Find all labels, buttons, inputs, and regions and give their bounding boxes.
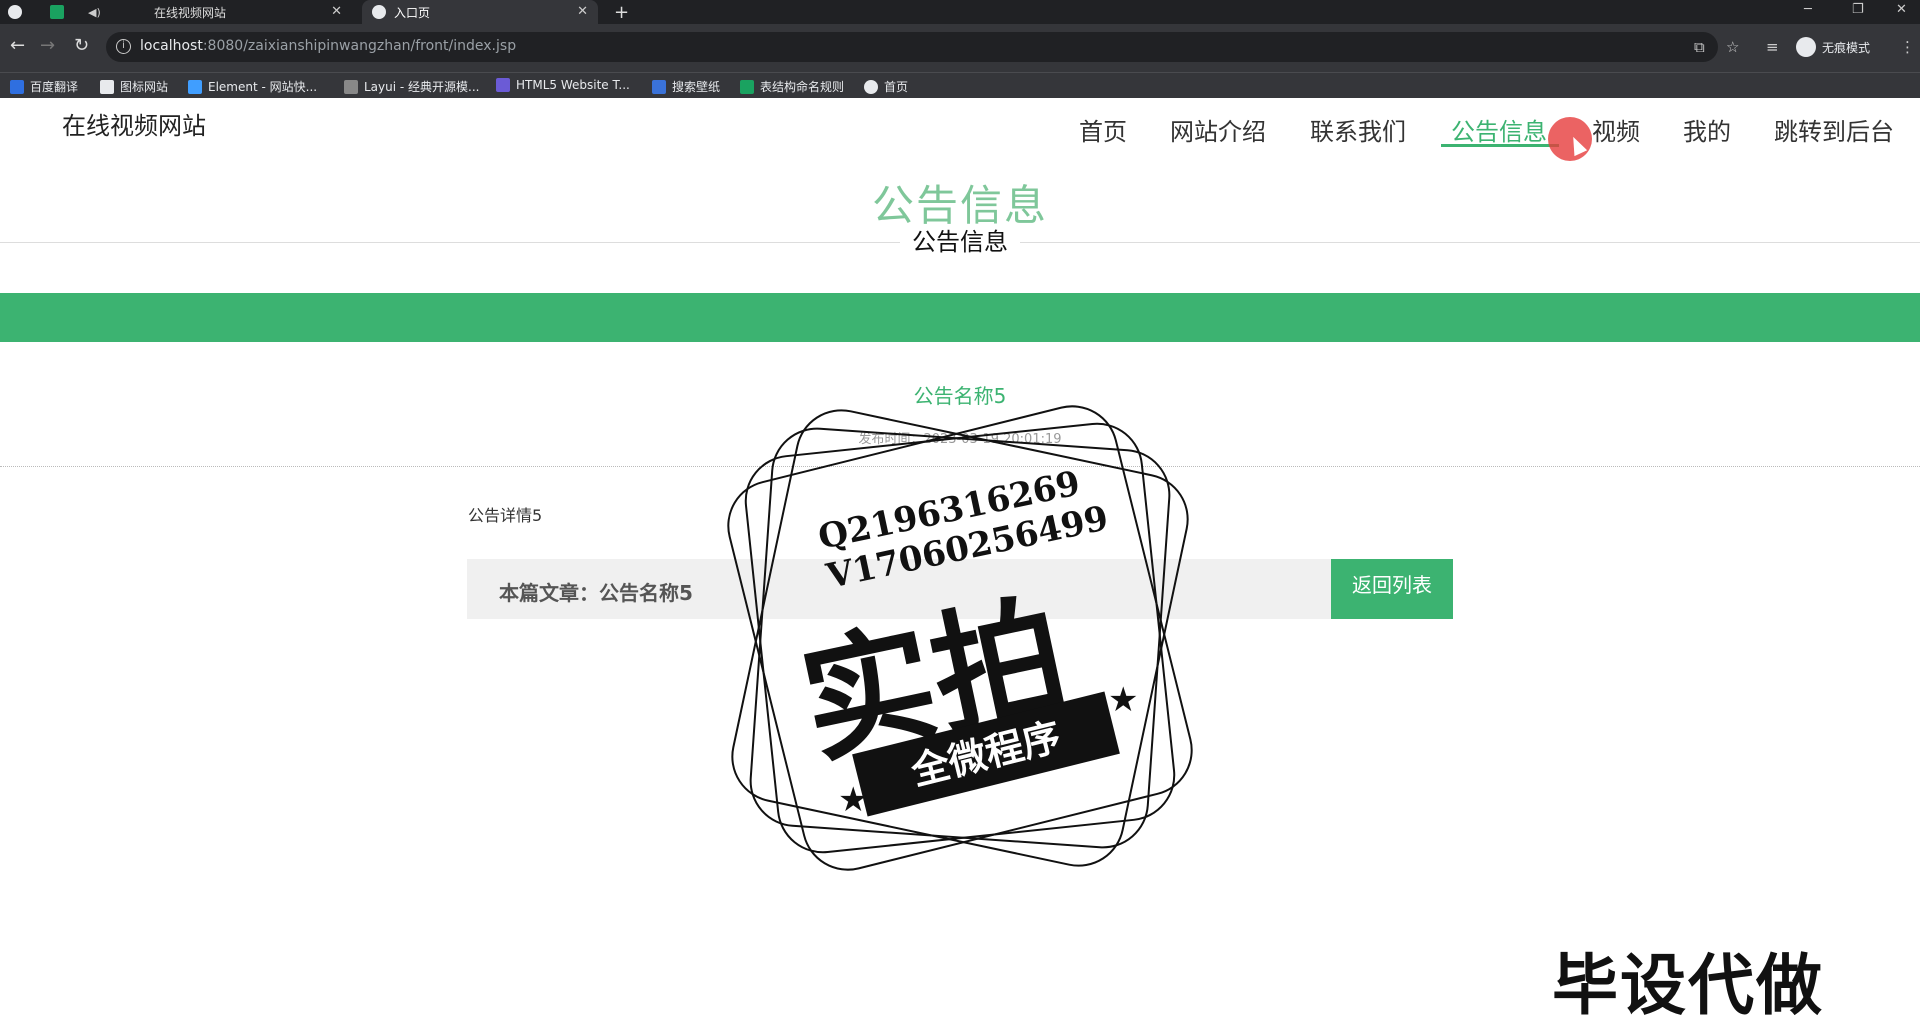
pinned-tab[interactable]: [50, 0, 72, 24]
tab-entry-page[interactable]: 入口页 ✕: [362, 0, 598, 24]
nav-contact[interactable]: 联系我们: [1310, 112, 1406, 147]
translate-icon[interactable]: ⧉: [1694, 38, 1705, 56]
chrome-menu-icon[interactable]: [8, 0, 34, 24]
sheet-icon: [740, 79, 754, 94]
translate-bookmark-icon: [10, 79, 24, 94]
tab-video-site[interactable]: 在线视频网站 ✕: [140, 0, 352, 24]
nav-mine[interactable]: 我的: [1683, 112, 1731, 147]
new-tab-button[interactable]: +: [614, 0, 634, 24]
watermark-stamp: Q2196316269 V17060256499 实拍 全微程序 ★ ★: [700, 378, 1220, 898]
restore-icon[interactable]: ❐: [1852, 2, 1864, 17]
speaker-icon: ◀): [88, 5, 101, 19]
element-icon: [188, 79, 202, 94]
banner-strip: [0, 293, 1920, 342]
incognito-profile[interactable]: 无痕模式: [1796, 36, 1870, 58]
minimize-icon[interactable]: ─: [1804, 2, 1812, 17]
bookmark-item[interactable]: 表结构命名规则: [740, 78, 844, 95]
site-logo[interactable]: 在线视频网站: [62, 106, 206, 141]
html5-icon: [496, 78, 510, 92]
sheet-icon: [50, 5, 64, 19]
close-tab-icon[interactable]: ✕: [331, 4, 342, 19]
close-tab-icon[interactable]: ✕: [577, 4, 588, 19]
web-page: 在线视频网站 首页 网站介绍 联系我们 公告信息 视频 我的 跳转到后台 公告信…: [0, 98, 1920, 1024]
article-content: 公告详情5: [468, 506, 543, 525]
nav-home[interactable]: 首页: [1079, 112, 1127, 147]
reading-list-icon[interactable]: ≡: [1766, 38, 1779, 56]
section-subtitle: 公告信息: [0, 222, 1920, 257]
bookmark-star-icon[interactable]: ☆: [1726, 38, 1739, 56]
nav-announcements[interactable]: 公告信息: [1451, 112, 1547, 147]
close-window-icon[interactable]: ✕: [1896, 2, 1907, 17]
bookmark-item[interactable]: Layui - 经典开源模...: [344, 78, 479, 95]
bookmark-item[interactable]: 百度翻译: [10, 78, 78, 95]
back-to-list-button[interactable]: 返回列表: [1331, 559, 1453, 619]
nav-videos[interactable]: 视频: [1592, 112, 1640, 147]
bookmark-item[interactable]: 图标网站: [100, 78, 168, 95]
address-bar[interactable]: i localhost:8080/zaixianshipinwangzhan/f…: [106, 32, 1718, 62]
globe-icon: [864, 79, 878, 94]
browser-tab-strip: ◀) 在线视频网站 ✕ 入口页 ✕ + ─ ❐ ✕: [0, 0, 1920, 24]
wallpaper-icon: [652, 79, 666, 94]
bookmarks-bar: 百度翻译 图标网站 Element - 网站快... Layui - 经典开源模…: [0, 72, 1920, 98]
reload-icon[interactable]: ↻: [74, 36, 89, 56]
layui-icon: [344, 79, 358, 94]
more-menu-icon[interactable]: ⋮: [1900, 38, 1915, 56]
bookmark-item[interactable]: Element - 网站快...: [188, 78, 317, 95]
star-icon: ★: [838, 780, 869, 820]
current-article-label: 本篇文章：公告名称5: [499, 581, 693, 605]
bookmark-item[interactable]: 首页: [864, 78, 908, 95]
bookmark-item[interactable]: HTML5 Website T...: [496, 78, 630, 92]
info-icon[interactable]: i: [116, 39, 131, 54]
star-icon: ★: [1108, 680, 1139, 720]
browser-toolbar: ← → ↻ i localhost:8080/zaixianshipinwang…: [0, 24, 1920, 72]
back-arrow-icon[interactable]: ←: [10, 36, 25, 56]
url-text: localhost:8080/zaixianshipinwangzhan/fro…: [140, 38, 517, 54]
nav-about[interactable]: 网站介绍: [1170, 112, 1266, 147]
forward-arrow-icon[interactable]: →: [40, 36, 55, 56]
bookmark-item[interactable]: 搜索壁纸: [652, 78, 720, 95]
flag-icon: [100, 79, 114, 94]
globe-icon: [372, 5, 386, 19]
active-nav-indicator: [1441, 144, 1559, 147]
incognito-icon: [1796, 37, 1816, 57]
audio-tab[interactable]: ◀): [88, 0, 114, 24]
corner-watermark: 毕设代做: [1552, 947, 1824, 1024]
globe-icon: [8, 5, 22, 19]
nav-admin[interactable]: 跳转到后台: [1774, 112, 1894, 147]
